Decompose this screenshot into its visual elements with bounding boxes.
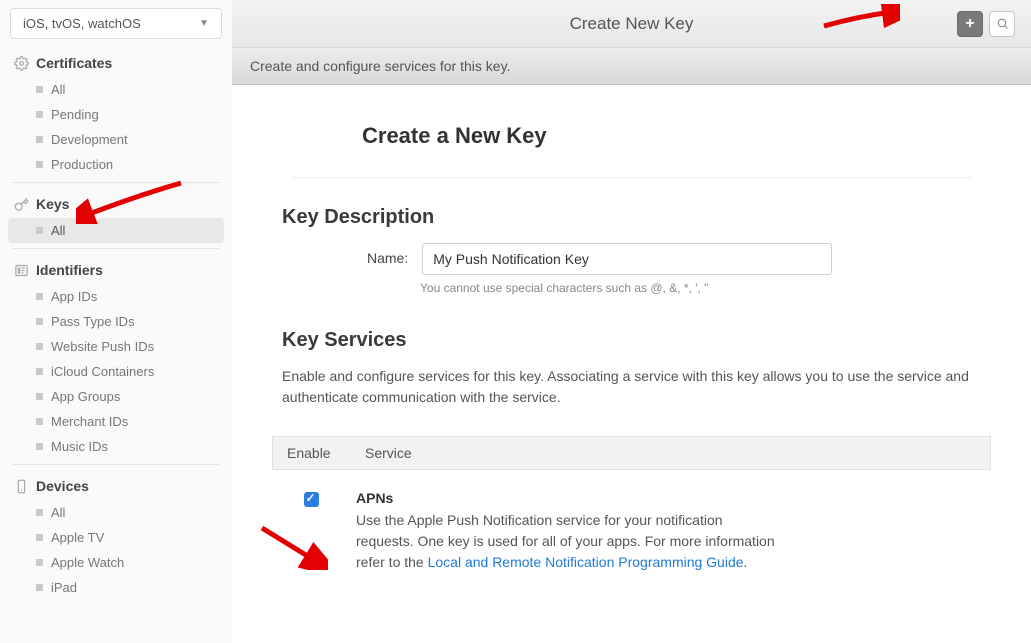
service-description: Use the Apple Push Notification service … — [356, 510, 776, 573]
divider — [12, 464, 220, 465]
chevron-down-icon: ▼ — [199, 18, 209, 29]
divider — [12, 182, 220, 183]
add-button[interactable]: + — [957, 11, 983, 37]
platform-dropdown[interactable]: iOS, tvOS, watchOS ▼ — [10, 8, 222, 39]
main-panel: Create New Key + Create and configure se… — [232, 0, 1031, 643]
key-icon — [14, 197, 29, 212]
section-title: Devices — [36, 478, 89, 494]
bullet-icon — [36, 584, 43, 591]
nav-item-website-push-ids[interactable]: Website Push IDs — [0, 334, 232, 359]
name-input[interactable] — [422, 243, 832, 275]
section-identifiers[interactable]: Identifiers — [0, 254, 232, 284]
search-button[interactable] — [989, 11, 1015, 37]
bullet-icon — [36, 161, 43, 168]
bullet-icon — [36, 318, 43, 325]
nav-item-devices-applewatch[interactable]: Apple Watch — [0, 550, 232, 575]
section-keys[interactable]: Keys — [0, 188, 232, 218]
bullet-icon — [36, 559, 43, 566]
bullet-icon — [36, 293, 43, 300]
service-row-apns: APNs Use the Apple Push Notification ser… — [272, 470, 991, 581]
nav-item-music-ids[interactable]: Music IDs — [0, 434, 232, 459]
name-label: Name: — [367, 243, 408, 266]
services-table-header: Enable Service — [272, 436, 991, 470]
bullet-icon — [36, 368, 43, 375]
col-service: Service — [365, 445, 412, 461]
bullet-icon — [36, 111, 43, 118]
divider — [292, 177, 971, 178]
section-title: Keys — [36, 196, 69, 212]
bullet-icon — [36, 534, 43, 541]
nav-item-app-ids[interactable]: App IDs — [0, 284, 232, 309]
platform-label: iOS, tvOS, watchOS — [23, 16, 141, 31]
section-key-description-title: Key Description — [272, 206, 991, 243]
nav-item-devices-ipad[interactable]: iPad — [0, 575, 232, 600]
section-title: Identifiers — [36, 262, 103, 278]
nav-item-app-groups[interactable]: App Groups — [0, 384, 232, 409]
bullet-icon — [36, 343, 43, 350]
sub-header: Create and configure services for this k… — [232, 48, 1031, 85]
nav-item-icloud-containers[interactable]: iCloud Containers — [0, 359, 232, 384]
bullet-icon — [36, 136, 43, 143]
name-hint: You cannot use special characters such a… — [272, 275, 991, 295]
nav-item-certificates-production[interactable]: Production — [0, 152, 232, 177]
section-key-services-title: Key Services — [272, 329, 991, 366]
bullet-icon — [36, 86, 43, 93]
apns-checkbox[interactable] — [304, 492, 319, 507]
bullet-icon — [36, 393, 43, 400]
bullet-icon — [36, 509, 43, 516]
content-area: Create a New Key Key Description Name: Y… — [232, 85, 1031, 643]
nav-item-merchant-ids[interactable]: Merchant IDs — [0, 409, 232, 434]
search-icon — [996, 17, 1009, 30]
sidebar: iOS, tvOS, watchOS ▼ Certificates All Pe… — [0, 0, 232, 643]
section-devices[interactable]: Devices — [0, 470, 232, 500]
section-title: Certificates — [36, 55, 112, 71]
bullet-icon — [36, 418, 43, 425]
nav-item-devices-all[interactable]: All — [0, 500, 232, 525]
section-certificates[interactable]: Certificates — [0, 47, 232, 77]
bullet-icon — [36, 443, 43, 450]
col-enable: Enable — [287, 445, 337, 461]
plus-icon: + — [965, 15, 974, 33]
nav-item-certificates-pending[interactable]: Pending — [0, 102, 232, 127]
device-icon — [14, 479, 29, 494]
topbar: Create New Key + — [232, 0, 1031, 48]
page-heading: Create a New Key — [272, 85, 991, 177]
bullet-icon — [36, 227, 43, 234]
gear-icon — [14, 56, 29, 71]
nav-item-devices-appletv[interactable]: Apple TV — [0, 525, 232, 550]
nav-item-pass-type-ids[interactable]: Pass Type IDs — [0, 309, 232, 334]
programming-guide-link[interactable]: Local and Remote Notification Programmin… — [428, 554, 744, 570]
nav-item-certificates-development[interactable]: Development — [0, 127, 232, 152]
nav-item-certificates-all[interactable]: All — [0, 77, 232, 102]
service-name: APNs — [356, 490, 977, 506]
divider — [12, 248, 220, 249]
key-services-description: Enable and configure services for this k… — [272, 366, 991, 426]
nav-item-keys-all[interactable]: All — [8, 218, 224, 243]
page-title: Create New Key — [570, 14, 694, 34]
id-icon — [14, 263, 29, 278]
